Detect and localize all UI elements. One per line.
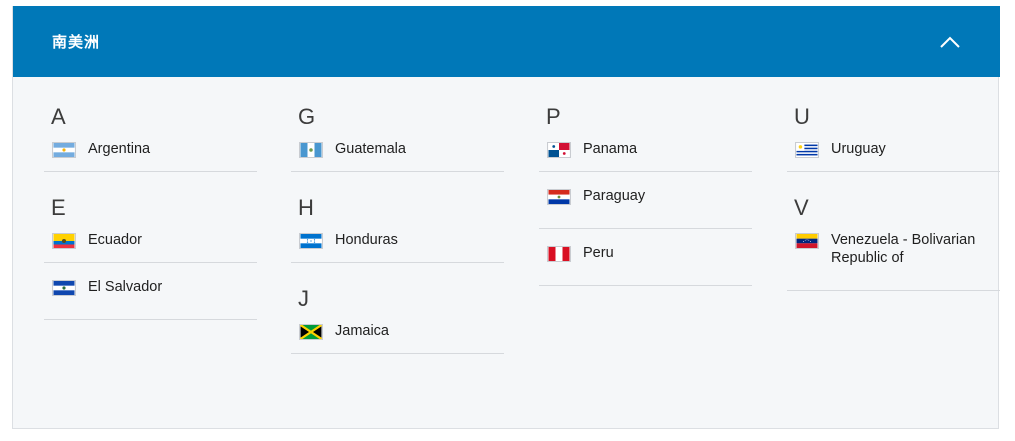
country-item-ecuador[interactable]: Ecuador (44, 225, 257, 263)
letter-heading-g: G (298, 104, 316, 129)
ecuador-flag-icon (52, 233, 76, 249)
country-name: El Salvador (88, 279, 163, 295)
jamaica-flag-icon (299, 324, 323, 340)
country-item-el-salvador[interactable]: El Salvador (44, 263, 257, 320)
column-4: U Uruguay V Venezuela - Bolivarian Repub… (787, 100, 1000, 291)
region-title: 南美洲 (52, 33, 101, 51)
column-1: A Argentina E Ecuador El Salvador (44, 100, 257, 320)
country-item-honduras[interactable]: Honduras (291, 225, 504, 263)
country-name: Uruguay (831, 141, 886, 157)
guatemala-flag-icon (299, 142, 323, 158)
argentina-flag-icon (52, 142, 76, 158)
chevron-up-icon (940, 36, 960, 48)
letter-heading-a: A (51, 104, 66, 129)
country-item-argentina[interactable]: Argentina (44, 134, 257, 172)
letter-heading-u: U (794, 104, 810, 129)
region-panel: 南美洲 A Argentina E Ecuador El Salvador G … (12, 6, 1000, 429)
column-3: P Panama Paraguay Peru (539, 100, 752, 286)
honduras-flag-icon (299, 233, 323, 249)
country-name: Argentina (88, 141, 151, 157)
country-name: Honduras (335, 232, 398, 248)
country-item-paraguay[interactable]: Paraguay (539, 172, 752, 229)
letter-heading-v: V (794, 195, 809, 220)
country-item-guatemala[interactable]: Guatemala (291, 134, 504, 172)
country-item-venezuela[interactable]: Venezuela - Bolivarian Republic of (787, 225, 1000, 291)
venezuela-flag-icon (795, 233, 819, 249)
country-name: Paraguay (583, 188, 646, 204)
country-item-jamaica[interactable]: Jamaica (291, 316, 504, 354)
collapse-button[interactable] (936, 28, 964, 56)
letter-heading-e: E (51, 195, 66, 220)
country-item-panama[interactable]: Panama (539, 134, 752, 172)
uruguay-flag-icon (795, 142, 819, 158)
paraguay-flag-icon (547, 189, 571, 205)
el-salvador-flag-icon (52, 280, 76, 296)
country-name: Panama (583, 141, 638, 157)
column-2: G Guatemala H Honduras J Jamaica (291, 100, 504, 354)
country-name: Ecuador (88, 232, 143, 248)
country-name: Peru (583, 245, 614, 261)
country-item-uruguay[interactable]: Uruguay (787, 134, 1000, 172)
panama-flag-icon (547, 142, 571, 158)
peru-flag-icon (547, 246, 571, 262)
country-name: Venezuela - Bolivarian Republic of (831, 232, 976, 266)
country-name: Guatemala (335, 141, 406, 157)
letter-heading-j: J (298, 286, 309, 311)
region-header[interactable]: 南美洲 (13, 6, 1000, 77)
country-name: Jamaica (335, 323, 389, 339)
letter-heading-h: H (298, 195, 314, 220)
letter-heading-p: P (546, 104, 561, 129)
country-item-peru[interactable]: Peru (539, 229, 752, 286)
